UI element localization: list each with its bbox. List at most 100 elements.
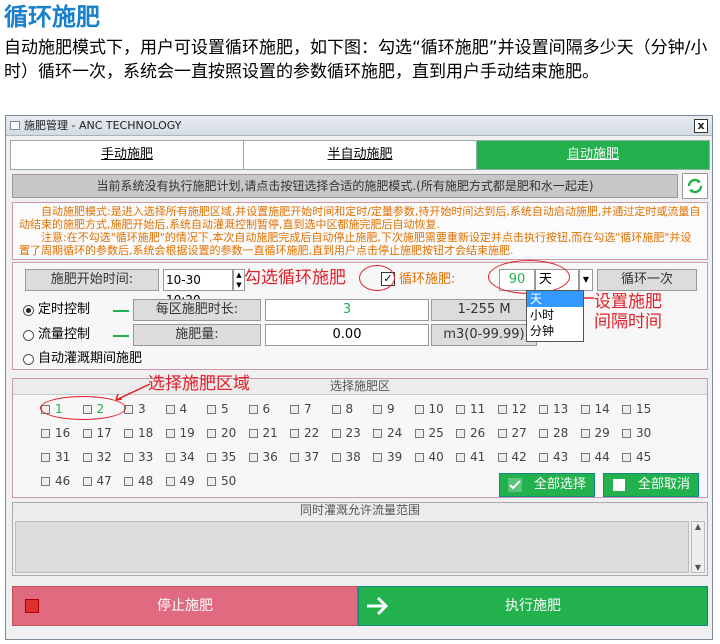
- refresh-button[interactable]: [682, 173, 708, 199]
- zone-checkbox-37[interactable]: 37: [290, 451, 319, 463]
- zone-checkbox-16[interactable]: 16: [41, 427, 70, 439]
- start-time-input[interactable]: 10-30 10:20: [163, 269, 233, 307]
- zone-checkbox-13[interactable]: 13: [539, 403, 568, 415]
- stop-fertilize-button[interactable]: 停止施肥: [12, 586, 358, 626]
- dropdown-option-day[interactable]: 天: [527, 291, 583, 307]
- zone-checkbox-42[interactable]: 42: [497, 451, 527, 463]
- zone-checkbox-box[interactable]: [414, 452, 424, 462]
- zone-checkbox-36[interactable]: 36: [248, 451, 278, 463]
- zone-checkbox-box[interactable]: [248, 428, 258, 438]
- timed-control-option[interactable]: 定时控制: [23, 301, 90, 319]
- zone-checkbox-5[interactable]: 5: [207, 403, 229, 415]
- zone-checkbox-box[interactable]: [41, 452, 50, 462]
- tab-semi-auto[interactable]: 半自动施肥: [244, 141, 477, 169]
- interval-unit-dropdown[interactable]: 天 小时 分钟: [526, 290, 584, 342]
- zone-checkbox-box[interactable]: [82, 428, 92, 438]
- zone-checkbox-box[interactable]: [207, 476, 216, 486]
- zone-checkbox-20[interactable]: 20: [207, 427, 236, 439]
- zone-checkbox-38[interactable]: 38: [331, 451, 361, 463]
- zone-checkbox-box[interactable]: [497, 428, 507, 438]
- zone-checkbox-box[interactable]: [622, 452, 631, 462]
- zone-checkbox-39[interactable]: 39: [373, 451, 402, 463]
- zone-checkbox-box[interactable]: [124, 452, 133, 462]
- zone-checkbox-box[interactable]: [248, 404, 258, 414]
- execute-fertilize-button[interactable]: 执行施肥: [358, 586, 708, 626]
- zone-checkbox-box[interactable]: [331, 428, 341, 438]
- zone-checkbox-49[interactable]: 49: [165, 475, 195, 487]
- zone-checkbox-15[interactable]: 15: [622, 403, 651, 415]
- zone-checkbox-box[interactable]: [539, 452, 548, 462]
- auto-irrigation-radio[interactable]: [23, 353, 34, 365]
- zone-checkbox-box[interactable]: [373, 404, 382, 414]
- zone-checkbox-31[interactable]: 31: [41, 451, 70, 463]
- zone-checkbox-box[interactable]: [165, 476, 175, 486]
- zone-checkbox-21[interactable]: 21: [248, 427, 278, 439]
- zone-checkbox-box[interactable]: [456, 428, 465, 438]
- zone-checkbox-box[interactable]: [82, 476, 92, 486]
- flow-range-list[interactable]: [15, 521, 689, 573]
- zone-checkbox-box[interactable]: [290, 452, 299, 462]
- per-zone-input[interactable]: 3: [265, 299, 429, 321]
- zone-checkbox-45[interactable]: 45: [622, 451, 651, 463]
- zone-checkbox-6[interactable]: 6: [248, 403, 270, 415]
- zone-checkbox-50[interactable]: 50: [207, 475, 236, 487]
- zone-checkbox-box[interactable]: [290, 404, 299, 414]
- zone-checkbox-box[interactable]: [580, 452, 590, 462]
- zone-checkbox-48[interactable]: 48: [124, 475, 153, 487]
- dropdown-option-hour[interactable]: 小时: [527, 307, 583, 323]
- select-all-button[interactable]: 全部选择: [499, 473, 595, 497]
- zone-checkbox-7[interactable]: 7: [290, 403, 312, 415]
- zone-checkbox-box[interactable]: [207, 452, 216, 462]
- deselect-all-button[interactable]: 全部取消: [603, 473, 699, 497]
- zone-checkbox-22[interactable]: 22: [290, 427, 319, 439]
- zone-checkbox-box[interactable]: [331, 404, 341, 414]
- zone-checkbox-26[interactable]: 26: [456, 427, 485, 439]
- zone-checkbox-14[interactable]: 14: [580, 403, 610, 415]
- zone-checkbox-box[interactable]: [580, 428, 590, 438]
- amount-input[interactable]: 0.00: [265, 324, 429, 346]
- zone-checkbox-box[interactable]: [456, 452, 465, 462]
- zone-checkbox-box[interactable]: [82, 452, 92, 462]
- zone-checkbox-33[interactable]: 33: [124, 451, 153, 463]
- scroll-down-icon[interactable]: ▼: [693, 563, 703, 572]
- zone-checkbox-box[interactable]: [41, 476, 50, 486]
- zone-checkbox-32[interactable]: 32: [82, 451, 112, 463]
- auto-irrigation-option[interactable]: 自动灌溉期间施肥: [23, 350, 142, 368]
- zone-checkbox-box[interactable]: [497, 452, 507, 462]
- zone-checkbox-17[interactable]: 17: [82, 427, 112, 439]
- zone-checkbox-box[interactable]: [290, 428, 299, 438]
- zone-checkbox-8[interactable]: 8: [331, 403, 353, 415]
- zone-checkbox-box[interactable]: [248, 452, 258, 462]
- zone-checkbox-18[interactable]: 18: [124, 427, 153, 439]
- zone-checkbox-27[interactable]: 27: [497, 427, 527, 439]
- zone-checkbox-25[interactable]: 25: [414, 427, 444, 439]
- zone-checkbox-40[interactable]: 40: [414, 451, 444, 463]
- zone-checkbox-box[interactable]: [207, 428, 216, 438]
- zone-checkbox-box[interactable]: [124, 476, 133, 486]
- zone-checkbox-box[interactable]: [41, 428, 50, 438]
- zone-checkbox-box[interactable]: [414, 428, 424, 438]
- zone-checkbox-29[interactable]: 29: [580, 427, 610, 439]
- tab-manual[interactable]: 手动施肥: [11, 141, 244, 169]
- zone-checkbox-41[interactable]: 41: [456, 451, 485, 463]
- zone-checkbox-44[interactable]: 44: [580, 451, 610, 463]
- tab-auto[interactable]: 自动施肥: [477, 141, 709, 169]
- zone-checkbox-box[interactable]: [497, 404, 507, 414]
- zone-checkbox-box[interactable]: [373, 428, 382, 438]
- zone-checkbox-34[interactable]: 34: [165, 451, 195, 463]
- zone-checkbox-28[interactable]: 28: [539, 427, 568, 439]
- flow-range-scrollbar[interactable]: ▲ ▼: [691, 521, 705, 573]
- flow-radio[interactable]: [23, 329, 34, 341]
- zone-checkbox-30[interactable]: 30: [622, 427, 651, 439]
- dropdown-option-minute[interactable]: 分钟: [527, 323, 583, 339]
- zone-checkbox-box[interactable]: [622, 404, 631, 414]
- flow-control-option[interactable]: 流量控制: [23, 326, 90, 344]
- zone-checkbox-box[interactable]: [539, 428, 548, 438]
- scroll-up-icon[interactable]: ▲: [693, 522, 703, 531]
- zone-checkbox-47[interactable]: 47: [82, 475, 112, 487]
- zone-checkbox-box[interactable]: [165, 404, 175, 414]
- cycle-once-button[interactable]: 循环一次: [597, 269, 697, 291]
- zone-checkbox-23[interactable]: 23: [331, 427, 361, 439]
- zone-checkbox-19[interactable]: 19: [165, 427, 195, 439]
- zone-checkbox-box[interactable]: [622, 428, 631, 438]
